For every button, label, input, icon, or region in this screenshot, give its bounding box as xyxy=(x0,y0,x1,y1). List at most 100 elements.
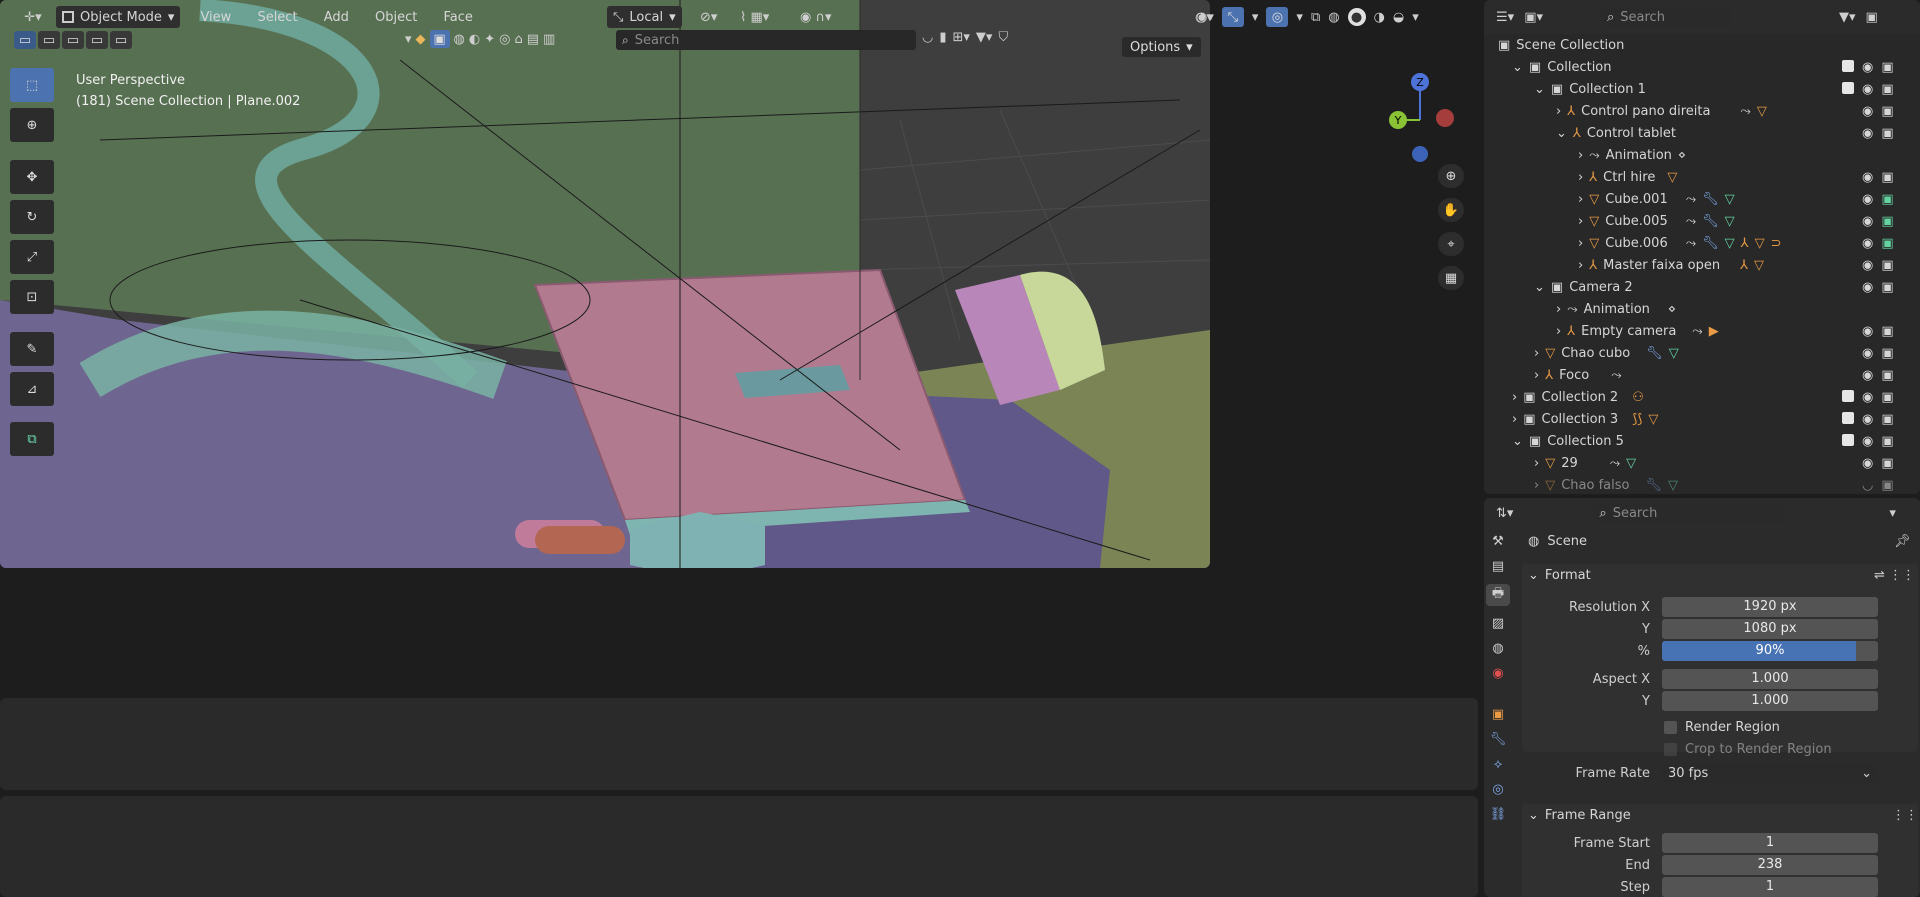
eye-icon[interactable]: ◉ xyxy=(1862,390,1873,405)
eye-icon[interactable]: ◉ xyxy=(1862,170,1873,185)
new-collection-icon[interactable]: ▣ xyxy=(1866,10,1878,25)
checkbox-icon[interactable] xyxy=(1842,81,1854,94)
outliner-row[interactable]: › ⅄ Master faixa open ⅄ ▽ ◉ ▣ xyxy=(1578,254,1920,276)
frame-range-header[interactable]: ⌄ Frame Range xyxy=(1528,808,1631,823)
camera-icon[interactable]: ▣ xyxy=(1881,456,1893,471)
modifier-filter-icon[interactable]: ▤ xyxy=(527,32,539,47)
outliner-row[interactable]: › ⤳ Animation ⋄ xyxy=(1578,144,1686,166)
rotate-tool-icon[interactable]: ↻ xyxy=(10,200,54,234)
viewport[interactable]: ✛▾ Object Mode ▾ View Select Add Object … xyxy=(0,0,1210,568)
outliner-row[interactable]: ▣ Scene Collection xyxy=(1498,34,1624,56)
camera-icon[interactable]: ▣ xyxy=(1881,104,1893,119)
eye-icon[interactable]: ◉ xyxy=(1862,258,1873,273)
eye-icon[interactable]: ◉ xyxy=(1862,456,1873,471)
annotate-tool-icon[interactable]: ✎ xyxy=(10,332,54,366)
constraint-tab-icon[interactable]: ⛓ xyxy=(1490,807,1507,822)
mode-dropdown[interactable]: Object Mode ▾ xyxy=(56,6,181,28)
resolution-percent-slider[interactable]: 90% xyxy=(1662,641,1878,661)
camera-icon[interactable]: ▣ xyxy=(1881,412,1893,427)
eye-icon[interactable]: ◉ xyxy=(1862,82,1873,97)
outliner-search[interactable]: ⌕ Search xyxy=(1601,7,1731,27)
modifier-tab-icon[interactable]: 🔧︎ xyxy=(1490,732,1507,747)
aspect-y-field[interactable]: 1.000 xyxy=(1662,691,1878,711)
filter-icon[interactable]: ▼▾ xyxy=(976,30,993,45)
particles-tab-icon[interactable]: ⟡ xyxy=(1494,757,1503,772)
options-dropdown[interactable]: Options ▾ xyxy=(1122,37,1201,57)
add-cube-tool-icon[interactable]: ⧉ xyxy=(10,422,54,456)
camera-icon[interactable]: ▣ xyxy=(1881,390,1893,405)
outliner-row[interactable]: › ▣ Collection 2 ⚇ ◉ ▣ xyxy=(1512,386,1920,408)
light-icon[interactable]: ✦ xyxy=(484,32,495,47)
camera-icon[interactable]: ▣ xyxy=(1881,478,1893,493)
object-filter-icon[interactable]: ▣ xyxy=(429,30,450,48)
outliner-row[interactable]: ⌄ ⅄ Control tablet ◉ ▣ xyxy=(1556,122,1920,144)
select-new-icon[interactable]: ▭ xyxy=(14,31,36,49)
outliner-row[interactable]: ⌄ ▣ Camera 2 ◉ ▣ xyxy=(1534,276,1920,298)
outliner-row[interactable]: › ▽ Cube.001 ⤳ 🔧︎ ▽ ◉ ▣ xyxy=(1578,188,1920,210)
measure-tool-icon[interactable]: ⊿ xyxy=(10,372,54,406)
sphere-icon[interactable]: ◍ xyxy=(454,32,465,47)
outliner-row[interactable]: › ▽ Cube.006 ⤳ 🔧︎ ▽ ⅄ ▽ ⊃ ◉ ▣ xyxy=(1578,232,1920,254)
properties-search[interactable]: ⌕ Search xyxy=(1593,503,1786,523)
scene-tab-icon[interactable]: ◍ xyxy=(1492,641,1503,656)
pivot-icon[interactable]: ⊘▾ xyxy=(700,10,717,25)
camera-icon[interactable]: ▣ xyxy=(1881,82,1893,97)
camera-icon[interactable]: ▣ xyxy=(1881,280,1893,295)
viewport-search[interactable]: ⌕ Search xyxy=(616,30,916,50)
eye-icon[interactable]: ◉ xyxy=(1862,104,1873,119)
wireframe-shading-icon[interactable]: ◍ xyxy=(1328,10,1339,25)
outliner-row[interactable]: ⌄ ▣ Collection ◉ ▣ xyxy=(1512,56,1920,78)
display-mode-icon[interactable]: ▣▾ xyxy=(1524,10,1543,25)
render-region-checkbox[interactable]: Render Region xyxy=(1664,720,1780,735)
snap-icon[interactable]: ⌇ ▦▾ xyxy=(740,10,769,25)
select-box-tool-icon[interactable]: ⬚ xyxy=(10,68,54,102)
menu-face[interactable]: Face xyxy=(443,10,472,25)
solid-shading-icon[interactable]: ● xyxy=(1347,8,1366,26)
checkbox-icon[interactable] xyxy=(1842,433,1854,446)
outliner-row[interactable]: ⌄ ▣ Collection 1 ◉ ▣ xyxy=(1534,78,1920,100)
camera-icon[interactable]: ▣ xyxy=(1881,324,1893,339)
properties-editor-icon[interactable]: ⇅▾ xyxy=(1496,506,1513,521)
chevron-down-icon[interactable]: ▾ xyxy=(1296,10,1303,25)
move-tool-icon[interactable]: ✥ xyxy=(10,160,54,194)
outliner-row[interactable]: › ▽ 29 ⤳ ▽ ◉ ▣ xyxy=(1534,452,1920,474)
outliner-row[interactable]: › ⅄ Ctrl hire ▽ ◉ ▣ xyxy=(1578,166,1920,188)
eye-icon[interactable]: ◉ xyxy=(1862,126,1873,141)
camera-icon[interactable]: ▣ xyxy=(1881,214,1893,229)
eye-closed-icon[interactable]: ◡ xyxy=(1862,478,1873,493)
eye-icon[interactable]: ◉ xyxy=(1862,368,1873,383)
select-intersect-icon[interactable]: ▭ xyxy=(110,31,132,49)
transform-orientation-dropdown[interactable]: ⤡ Local ▾ xyxy=(607,6,682,28)
world-tab-icon[interactable]: ◉ xyxy=(1492,666,1503,681)
menu-object[interactable]: Object xyxy=(375,10,417,25)
camera-filter-icon[interactable]: ⌂ xyxy=(514,32,522,47)
physics-tab-icon[interactable]: ◎ xyxy=(1492,782,1503,797)
outliner-row[interactable]: › ⅄ Control pano direita ⤳ ▽ ◉ ▣ xyxy=(1556,100,1920,122)
chevron-down-icon[interactable]: ▾ xyxy=(1412,10,1419,25)
xray-icon[interactable]: ⧉ xyxy=(1311,10,1320,25)
select-extend-icon[interactable]: ▭ xyxy=(38,31,60,49)
eye-icon[interactable]: ◉ xyxy=(1862,236,1873,251)
outliner-row[interactable]: › ▽ Cube.005 ⤳ 🔧︎ ▽ ◉ ▣ xyxy=(1578,210,1920,232)
overlay-toggle-button[interactable]: ◎ xyxy=(1266,7,1289,27)
aspect-x-field[interactable]: 1.000 xyxy=(1662,669,1878,689)
gizmo-toggle-button[interactable]: ⤡ xyxy=(1221,7,1244,27)
frame-end-field[interactable]: 238 xyxy=(1662,855,1878,875)
camera-icon[interactable]: ▣ xyxy=(1881,192,1893,207)
object-tab-icon[interactable]: ▣ xyxy=(1492,707,1504,722)
checkbox-icon[interactable] xyxy=(1842,389,1854,402)
frame-step-field[interactable]: 1 xyxy=(1662,877,1878,897)
output-tab-icon[interactable]: 🖶︎ xyxy=(1486,584,1510,606)
eye-icon[interactable]: ◉ xyxy=(1862,412,1873,427)
outliner-editor-icon[interactable]: ☰▾ xyxy=(1496,10,1514,25)
camera-icon[interactable]: ▣ xyxy=(1881,236,1893,251)
menu-select[interactable]: Select xyxy=(257,10,297,25)
arc-icon[interactable]: ◡ xyxy=(922,30,933,45)
drag-handle-icon[interactable]: ⋮⋮ xyxy=(1892,808,1918,823)
sort-icon[interactable]: ⊞▾ xyxy=(953,30,970,45)
presets-icon[interactable]: ⇌ ⋮⋮ xyxy=(1874,568,1915,583)
camera-icon[interactable]: ▣ xyxy=(1881,126,1893,141)
outliner-row[interactable]: › ⅄ Foco ⤳ ◉ ▣ xyxy=(1534,364,1920,386)
world-icon[interactable]: ◎ xyxy=(499,32,510,47)
eye-icon[interactable]: ◉ xyxy=(1862,60,1873,75)
